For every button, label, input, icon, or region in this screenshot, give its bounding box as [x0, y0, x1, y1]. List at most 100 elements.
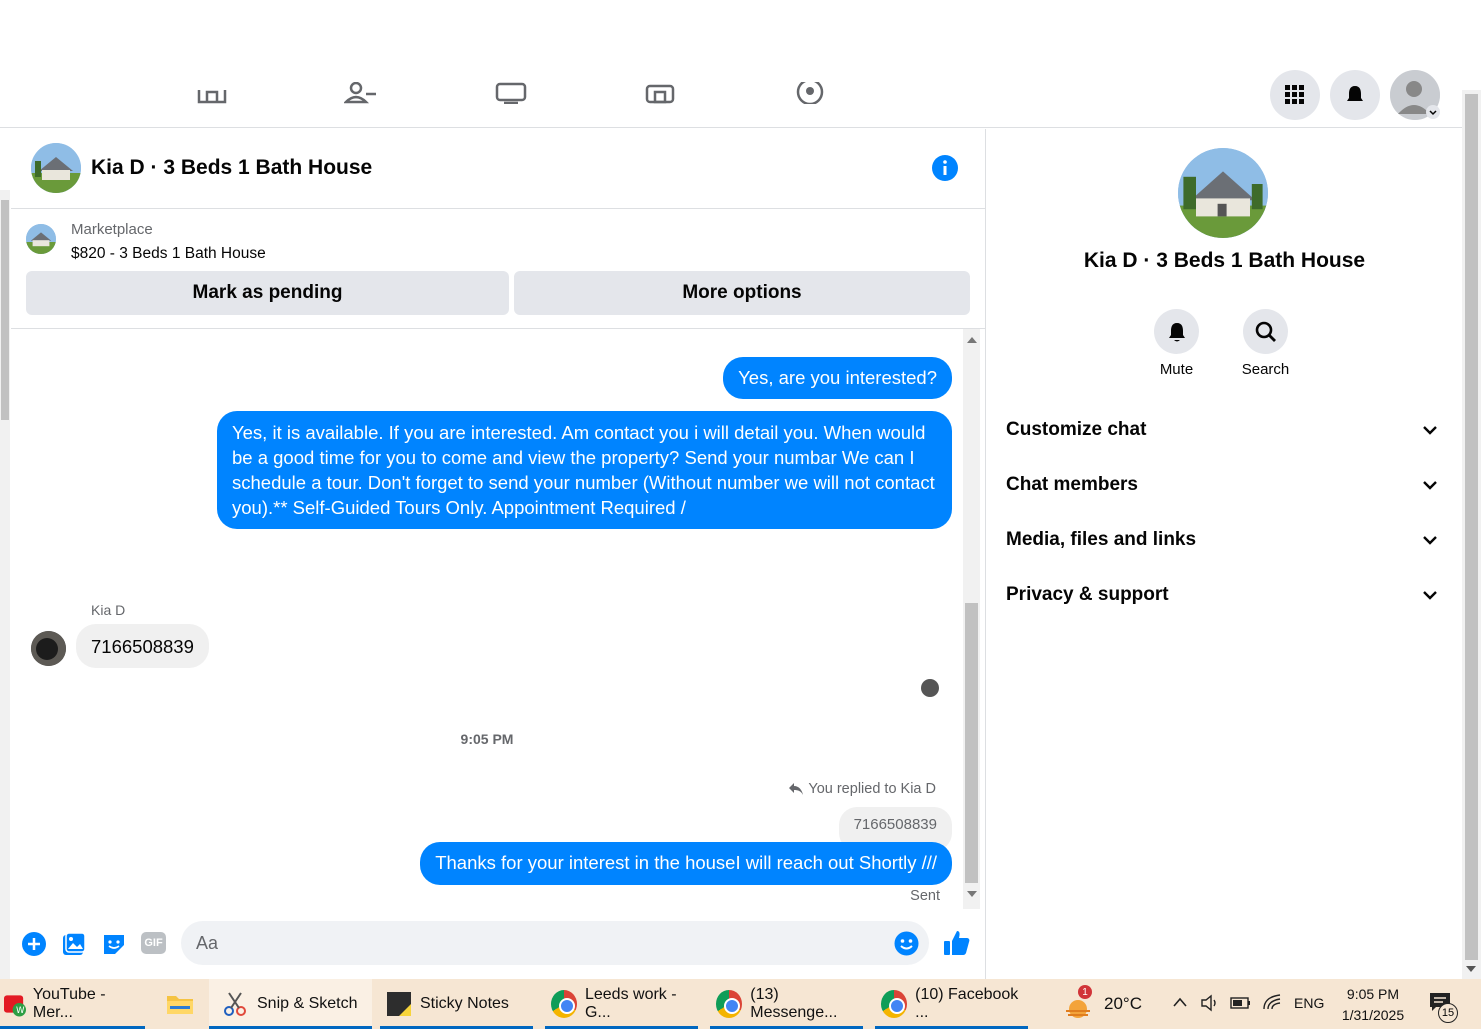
taskbar-item-chrome-facebook[interactable]: (10) Facebook ... [875, 979, 1028, 1029]
privacy-support-row[interactable]: Privacy & support [1006, 575, 1438, 615]
folder-icon [167, 996, 193, 1014]
sender-avatar[interactable] [31, 631, 66, 666]
input-language[interactable]: ENG [1294, 995, 1324, 1011]
volume-icon[interactable] [1200, 994, 1220, 1012]
chevron-down-icon [1423, 536, 1437, 545]
scrollbar-thumb[interactable] [1465, 94, 1478, 960]
scroll-down-icon[interactable] [967, 891, 977, 897]
customize-chat-row[interactable]: Customize chat [1006, 410, 1438, 450]
taskbar-item-label: (10) Facebook ... [915, 986, 1019, 1021]
timestamp-divider: 9:05 PM [460, 731, 514, 747]
read-receipt-avatar [921, 679, 939, 697]
house-image [26, 224, 56, 254]
mute-label: Mute [1159, 361, 1194, 378]
section-label: Chat members [1006, 474, 1138, 495]
message-incoming[interactable]: 7166508839 [76, 624, 209, 668]
message-outgoing[interactable]: Yes, are you interested? [723, 357, 952, 399]
home-icon[interactable] [195, 82, 229, 104]
page-scrollbar-left[interactable] [0, 190, 10, 980]
media-files-links-row[interactable]: Media, files and links [1006, 520, 1438, 560]
wifi-icon[interactable] [1262, 993, 1282, 1011]
temperature: 20°C [1104, 994, 1142, 1013]
weather-widget[interactable]: 1 20°C [1062, 979, 1152, 1029]
chat-avatar[interactable] [31, 143, 81, 193]
scissors-icon [224, 992, 246, 1016]
clock[interactable]: 9:05 PM 1/31/2025 [1333, 984, 1413, 1026]
marketplace-icon[interactable] [643, 82, 677, 104]
more-options-button[interactable]: More options [514, 271, 970, 315]
scroll-down-icon[interactable] [1466, 966, 1476, 972]
section-label: Privacy & support [1006, 584, 1169, 605]
details-avatar[interactable] [1178, 148, 1268, 238]
reply-indicator-text: You replied to Kia D [808, 781, 936, 797]
chat-details-panel: Kia D · 3 Beds 1 Bath House Mute Search … [987, 129, 1462, 979]
grid-icon [1285, 85, 1304, 104]
bell-icon [1347, 86, 1363, 101]
house-image [31, 143, 81, 193]
taskbar-item-label: Sticky Notes [420, 995, 509, 1012]
groups-icon[interactable] [793, 82, 827, 104]
taskbar-item-file-explorer[interactable] [160, 979, 200, 1029]
friends-icon[interactable] [344, 82, 378, 104]
plus-icon[interactable] [21, 931, 47, 957]
chevron-up-icon[interactable] [1172, 996, 1188, 1008]
chevron-down-icon [1423, 426, 1437, 435]
windows-taskbar: W YouTube - Mer... Snip & Sketch Sticky … [0, 979, 1481, 1029]
section-label: Customize chat [1006, 419, 1147, 440]
bell-icon [1168, 322, 1185, 341]
message-input-placeholder: Aa [196, 933, 219, 953]
mark-as-pending-button[interactable]: Mark as pending [26, 271, 509, 315]
chat-panel: Kia D · 3 Beds 1 Bath House Marketplace … [11, 129, 986, 979]
info-icon[interactable] [932, 155, 958, 181]
house-image [1178, 148, 1268, 238]
listing-title[interactable]: $820 - 3 Beds 1 Bath House [71, 245, 266, 263]
message-outgoing[interactable]: Thanks for your interest in the houseI w… [420, 842, 952, 885]
search-button[interactable] [1243, 309, 1288, 354]
reply-icon [789, 783, 804, 795]
search-label: Search [1241, 361, 1290, 378]
scrollbar-thumb[interactable] [1, 200, 9, 420]
taskbar-item-snip-sketch[interactable]: Snip & Sketch [209, 979, 372, 1029]
watch-icon[interactable] [494, 82, 528, 104]
taskbar-item-youtube[interactable]: W YouTube - Mer... [0, 979, 145, 1029]
composer: GIF Aa [11, 909, 986, 979]
chat-members-row[interactable]: Chat members [1006, 465, 1438, 505]
weather-icon: 1 [1062, 985, 1094, 1019]
chrome-icon [881, 990, 908, 1018]
sticker-icon[interactable] [101, 931, 127, 957]
message-scrollbar[interactable] [963, 329, 980, 909]
message-list[interactable]: Yes, are you interested? Yes, it is avai… [11, 329, 986, 909]
battery-icon[interactable] [1230, 996, 1252, 1010]
reply-indicator: You replied to Kia D [788, 781, 936, 797]
taskbar-item-chrome-leeds[interactable]: Leeds work - G... [545, 979, 698, 1029]
listing-thumbnail[interactable] [26, 224, 56, 254]
message-outgoing[interactable]: Yes, it is available. If you are interes… [217, 411, 952, 529]
svg-text:W: W [16, 1006, 25, 1016]
mute-button[interactable] [1154, 309, 1199, 354]
like-icon[interactable] [943, 929, 971, 957]
marketplace-label: Marketplace [71, 221, 153, 238]
page-scrollbar-right[interactable] [1462, 90, 1481, 979]
taskbar-item-label: Leeds work - G... [584, 986, 677, 1021]
message-input[interactable]: Aa [181, 921, 929, 965]
photo-icon[interactable] [61, 931, 87, 957]
top-navigation-bar [0, 0, 1481, 128]
weather-badge: 1 [1078, 985, 1092, 999]
chat-header: Kia D · 3 Beds 1 Bath House [11, 129, 986, 209]
sender-name: Kia D [91, 602, 126, 618]
scrollbar-thumb[interactable] [965, 603, 978, 883]
notification-center[interactable]: 15 [1428, 991, 1458, 1023]
marketplace-listing-bar: Marketplace $820 - 3 Beds 1 Bath House M… [11, 209, 986, 329]
chevron-down-icon [1423, 481, 1437, 490]
account-button[interactable] [1390, 70, 1440, 120]
chrome-icon [716, 990, 743, 1018]
notifications-button[interactable] [1330, 70, 1380, 120]
scroll-up-icon[interactable] [967, 337, 977, 343]
section-label: Media, files and links [1006, 529, 1197, 550]
taskbar-item-chrome-messenger[interactable]: (13) Messenge... [710, 979, 863, 1029]
gif-button[interactable]: GIF [141, 932, 166, 954]
emoji-icon[interactable] [894, 931, 919, 956]
taskbar-item-sticky-notes[interactable]: Sticky Notes [380, 979, 533, 1029]
profile-photo [31, 631, 66, 666]
menu-grid-button[interactable] [1270, 70, 1320, 120]
